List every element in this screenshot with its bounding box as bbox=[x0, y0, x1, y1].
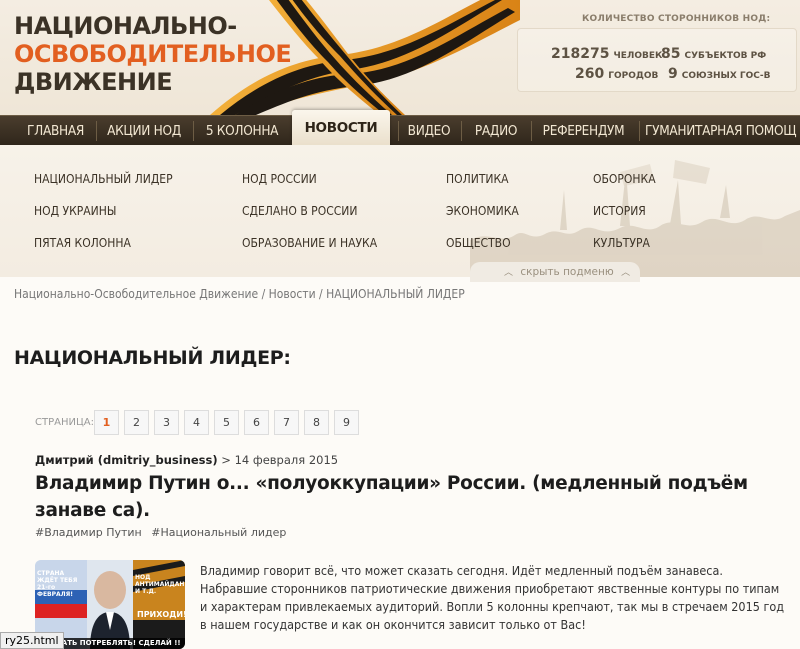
stat-people: 218275 ЧЕЛОВЕК bbox=[551, 46, 663, 62]
stat-subjects: 85 СУБЪЕКТОВ РФ bbox=[661, 46, 767, 62]
pagination-page-1[interactable]: 1 bbox=[94, 410, 119, 435]
pagination-page-2[interactable]: 2 bbox=[124, 410, 149, 435]
main-nav: ГЛАВНАЯ АКЦИИ НОД 5 КОЛОННА ВИДЕО РАДИО … bbox=[0, 115, 800, 145]
nav-news-active-tab[interactable]: НОВОСТИ bbox=[292, 110, 390, 146]
submenu-politics[interactable]: ПОЛИТИКА bbox=[446, 172, 509, 186]
pagination-page-3[interactable]: 3 bbox=[154, 410, 179, 435]
thumb-caption-right: НОД АНТИМАЙДАН И Т.Д. bbox=[135, 574, 185, 595]
submenu-defense[interactable]: ОБОРОНКА bbox=[593, 172, 656, 186]
submenu-fifth-column[interactable]: ПЯТАЯ КОЛОННА bbox=[34, 236, 131, 250]
article-excerpt: Владимир говорит всё, что может сказать … bbox=[200, 563, 785, 632]
submenu-nod-russia[interactable]: НОД РОССИИ bbox=[242, 172, 317, 186]
supporters-stats: КОЛИЧЕСТВО СТОРОННИКОВ НОД: 218275 ЧЕЛОВЕ… bbox=[515, 10, 800, 110]
article-tags: #Владимир Путин #Национальный лидер bbox=[35, 526, 292, 539]
nav-divider bbox=[531, 121, 532, 141]
tag-link[interactable]: #Владимир Путин bbox=[35, 526, 142, 539]
chevron-up-icon: ︿ bbox=[504, 268, 514, 278]
pagination-page-6[interactable]: 6 bbox=[244, 410, 269, 435]
pagination-page-5[interactable]: 5 bbox=[214, 410, 239, 435]
tag-link[interactable]: #Национальный лидер bbox=[151, 526, 286, 539]
st-george-ribbon-image bbox=[190, 0, 520, 115]
submenu-economics[interactable]: ЭКОНОМИКА bbox=[446, 204, 519, 218]
stat-allies: 9 СОЮЗНЫХ ГОС-В bbox=[668, 66, 771, 82]
stats-title: КОЛИЧЕСТВО СТОРОННИКОВ НОД: bbox=[582, 14, 771, 24]
nav-5-column[interactable]: 5 КОЛОННА bbox=[198, 116, 286, 146]
pagination-page-7[interactable]: 7 bbox=[274, 410, 299, 435]
article-date: > 14 февраля 2015 bbox=[221, 453, 339, 467]
page-title: НАЦИОНАЛЬНЫЙ ЛИДЕР: bbox=[14, 347, 291, 369]
article-title[interactable]: Владимир Путин о... «полуоккупации» Росс… bbox=[35, 470, 795, 524]
submenu-culture[interactable]: КУЛЬТУРА bbox=[593, 236, 650, 250]
thumb-caption-bottom: ТАТЬ ПОТРЕБЛЯТЬ! СДЕЛАЙ !! bbox=[57, 639, 181, 647]
nav-divider bbox=[461, 121, 462, 141]
submenu-education-science[interactable]: ОБРАЗОВАНИЕ И НАУКА bbox=[242, 236, 377, 250]
nav-humanitarian[interactable]: ГУМАНИТАРНАЯ ПОМОЩ bbox=[645, 116, 800, 146]
nav-divider bbox=[398, 121, 399, 141]
status-bar-url: ry25.html bbox=[0, 632, 64, 649]
nav-divider bbox=[639, 121, 640, 141]
submenu-history[interactable]: ИСТОРИЯ bbox=[593, 204, 646, 218]
author-link[interactable]: Дмитрий (dmitriy_business) bbox=[35, 453, 218, 467]
breadcrumb[interactable]: Национально-Освободительное Движение / Н… bbox=[14, 287, 465, 301]
submenu-society[interactable]: ОБЩЕСТВО bbox=[446, 236, 511, 250]
chevron-up-icon: ︿ bbox=[621, 268, 631, 278]
submenu-made-in-russia[interactable]: СДЕЛАНО В РОССИИ bbox=[242, 204, 357, 218]
pagination-page-4[interactable]: 4 bbox=[184, 410, 209, 435]
page: { "logo": { "line1": "НАЦИОНАЛЬНО-", "li… bbox=[0, 0, 800, 649]
nav-actions[interactable]: АКЦИИ НОД bbox=[100, 116, 188, 146]
nav-divider bbox=[96, 121, 97, 141]
nav-video[interactable]: ВИДЕО bbox=[402, 116, 456, 146]
article-meta: Дмитрий (dmitriy_business) > 14 февраля … bbox=[35, 453, 338, 467]
pagination-page-9[interactable]: 9 bbox=[334, 410, 359, 435]
pagination-label: СТРАНИЦА: bbox=[35, 417, 94, 428]
nav-referendum[interactable]: РЕФЕРЕНДУМ bbox=[535, 116, 632, 146]
nav-divider bbox=[193, 121, 194, 141]
submenu-national-leader[interactable]: НАЦИОНАЛЬНЫЙ ЛИДЕР bbox=[34, 172, 173, 186]
nav-home[interactable]: ГЛАВНАЯ bbox=[18, 116, 93, 146]
submenu-nod-ukraine[interactable]: НОД УКРАИНЫ bbox=[34, 204, 116, 218]
thumb-caption-left: СТРАНА ЖДЁТ ТЕБЯ 21-го ФЕВРАЛЯ! bbox=[37, 570, 78, 598]
thumb-caption-come: ПРИХОДИ! bbox=[137, 610, 185, 619]
pagination-page-8[interactable]: 8 bbox=[304, 410, 329, 435]
site-header: НАЦИОНАЛЬНО- ОСВОБОДИТЕЛЬНОЕ ДВИЖЕНИЕ КО… bbox=[0, 0, 800, 115]
stat-cities: 260 ГОРОДОВ bbox=[575, 66, 659, 82]
hide-submenu-link[interactable]: ︿ скрыть подменю ︿ bbox=[504, 265, 630, 278]
nav-radio[interactable]: РАДИО bbox=[465, 116, 527, 146]
